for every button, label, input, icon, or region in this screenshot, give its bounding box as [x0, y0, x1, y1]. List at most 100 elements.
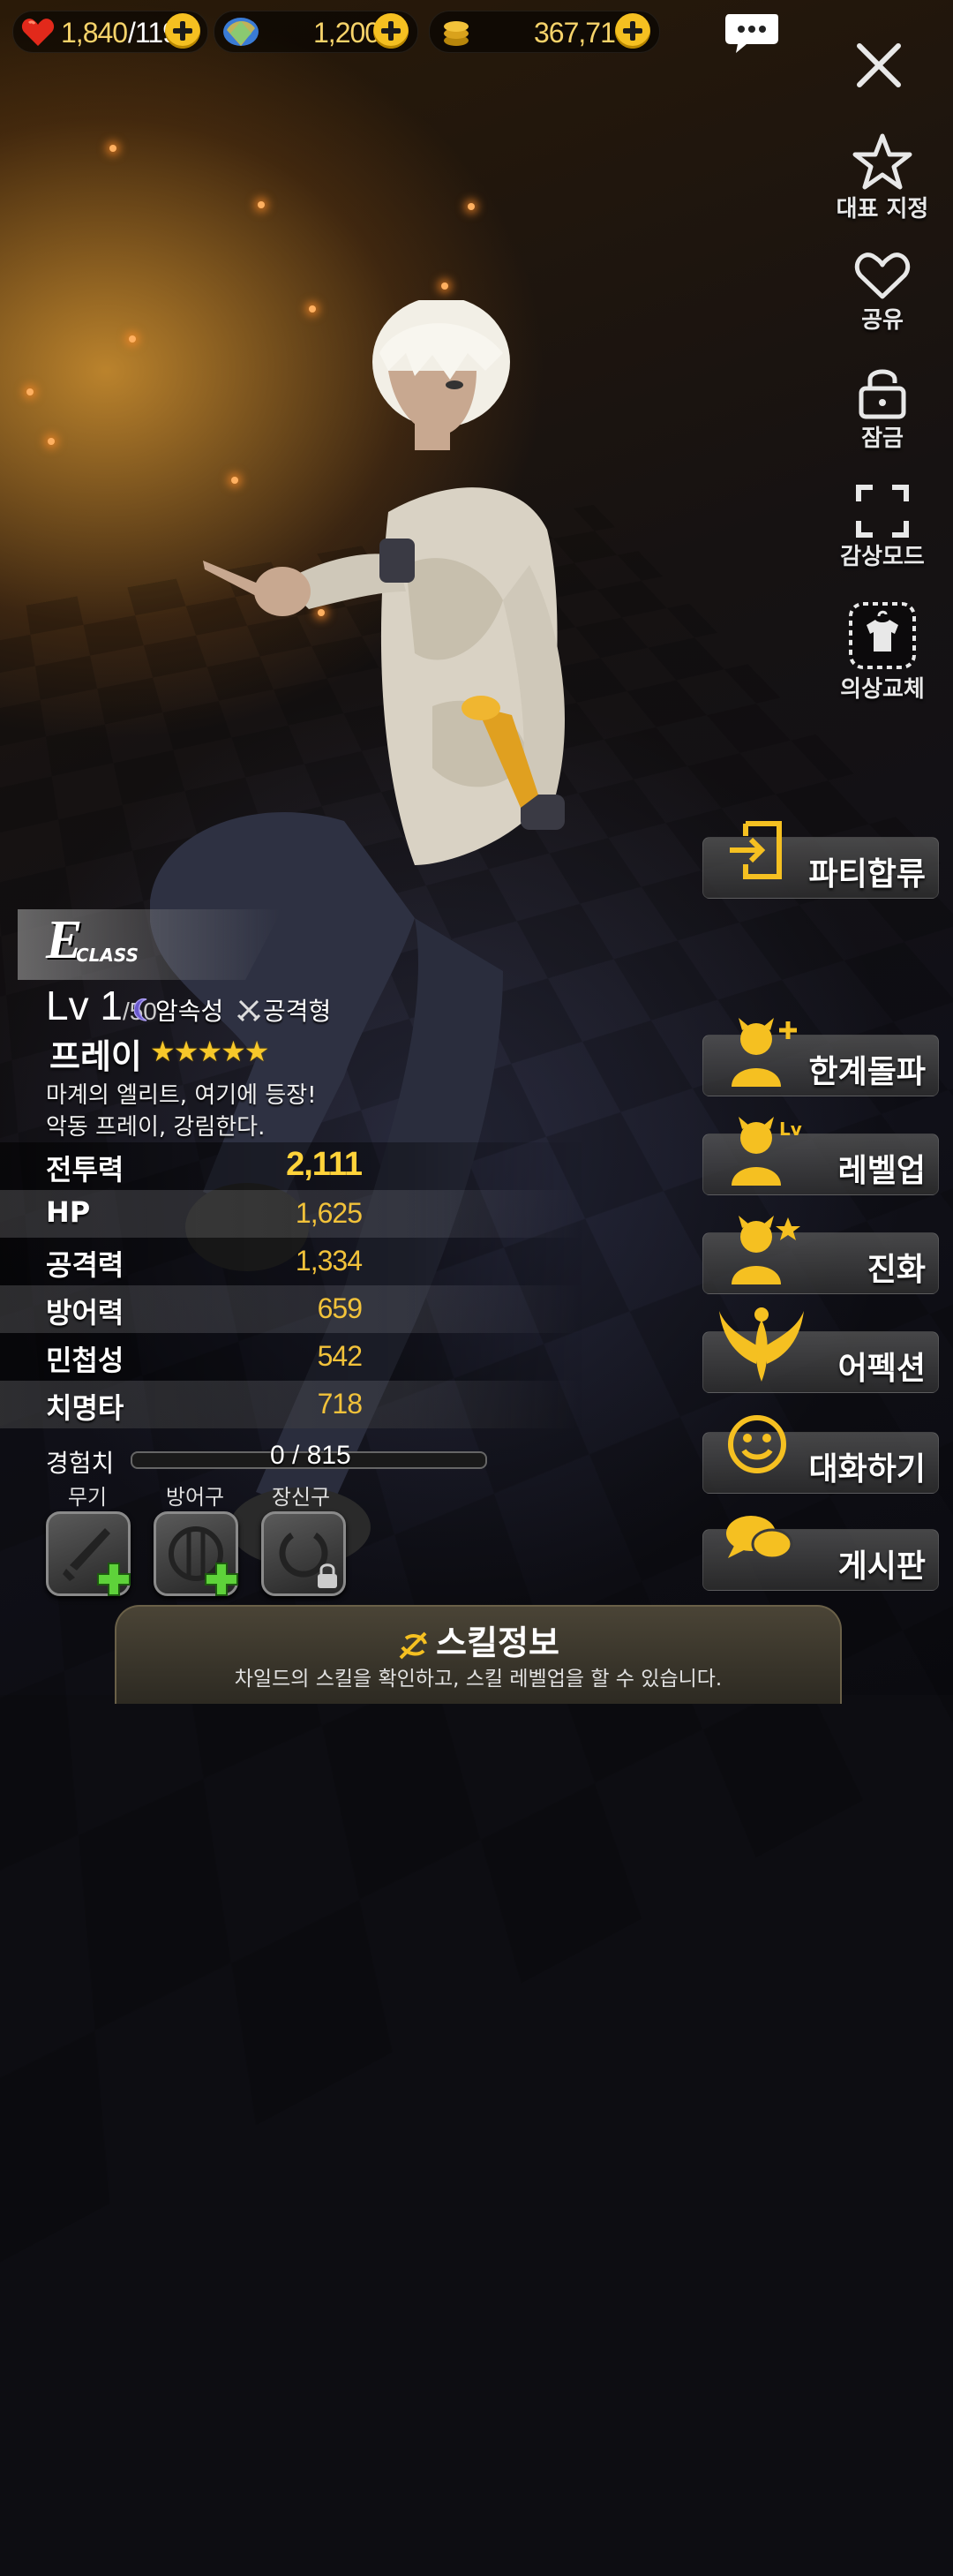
board-button[interactable]: 게시판 [702, 1516, 939, 1591]
crescent-moon-icon [134, 998, 147, 1021]
evolve-label: 진화 [867, 1252, 926, 1288]
element-label: 암속성 [155, 997, 224, 1026]
close-icon[interactable] [854, 41, 904, 90]
skill-info-title-wrap: 스킬정보 [116, 1616, 840, 1664]
stat-value: 718 [317, 1388, 363, 1420]
skill-info-title: 스킬정보 [436, 1623, 559, 1662]
exp-label: 경험치 [46, 1449, 115, 1478]
accessory-slot-label: 장신구 [271, 1485, 331, 1510]
limit-break-label: 한계돌파 [808, 1054, 926, 1090]
party-join-button[interactable]: 파티합류 [702, 821, 939, 899]
gem-value: 1,200 [313, 17, 380, 49]
level-up-label: 레벨업 [837, 1153, 926, 1189]
padlock-icon [318, 1563, 337, 1588]
set-representative-button[interactable]: 대표 지정 [825, 132, 940, 223]
exp-value: 0 / 815 [270, 1441, 351, 1470]
weapon-slot[interactable] [46, 1511, 131, 1596]
level-badge: Lv [779, 1119, 802, 1140]
stat-label: 방어력 [46, 1296, 124, 1329]
stat-value: 1,625 [295, 1197, 363, 1229]
ember [129, 335, 136, 343]
skill-icon [399, 1631, 428, 1659]
winged-emblem-icon [719, 1307, 804, 1382]
star-outline-icon [852, 133, 912, 190]
stat-row-defense: 방어력 659 [0, 1285, 582, 1333]
board-label: 게시판 [837, 1548, 926, 1585]
stat-label: HP [46, 1195, 91, 1229]
stat-row-attack: 공격력 1,334 [0, 1238, 582, 1285]
stat-row-hp: HP 1,625 [0, 1190, 582, 1238]
share-label: 공유 [861, 307, 904, 334]
gold-coin-icon [444, 21, 469, 46]
ember [109, 145, 116, 152]
armor-slot-label: 방어구 [165, 1485, 225, 1510]
description-line-1: 마계의 엘리트, 여기에 등장! [46, 1082, 317, 1109]
class-word: CLASS [76, 945, 139, 966]
stat-row-combat-power: 전투력 2,111 [0, 1142, 582, 1190]
stat-label: 치명타 [46, 1391, 124, 1425]
stat-label: 전투력 [46, 1153, 124, 1186]
stat-row-agility: 민첩성 542 [0, 1333, 582, 1381]
lock-label: 잠금 [861, 426, 904, 452]
ember [48, 438, 55, 445]
add-weapon-icon [97, 1563, 131, 1596]
view-mode-button[interactable]: 감상모드 [825, 484, 940, 571]
share-button[interactable]: 공유 [825, 249, 940, 335]
crossed-swords-icon [236, 999, 261, 1022]
lock-button[interactable]: 잠금 [825, 364, 940, 453]
enter-door-icon [730, 821, 782, 879]
ember [441, 282, 448, 290]
change-costume-button[interactable]: 의상교체 [825, 600, 940, 704]
stat-row-critical: 치명타 718 [0, 1381, 582, 1428]
add-gem-button[interactable] [373, 13, 409, 49]
evolve-icon [732, 1216, 800, 1284]
add-gold-button[interactable] [615, 13, 650, 49]
add-stamina-button[interactable] [165, 13, 200, 49]
type-label: 공격형 [263, 997, 332, 1026]
gem-counter: 1,200 [214, 11, 418, 53]
stat-value: 1,334 [295, 1245, 363, 1277]
stamina-value: 1,840 [61, 17, 128, 49]
level-up-button[interactable]: Lv 레벨업 [702, 1117, 939, 1195]
speech-bubbles-icon [726, 1516, 793, 1560]
change-costume-label: 의상교체 [840, 676, 925, 703]
set-representative-label: 대표 지정 [836, 196, 929, 222]
affection-button[interactable]: 어펙션 [702, 1307, 939, 1393]
stat-label: 민첩성 [46, 1344, 124, 1377]
party-join-label: 파티합류 [808, 856, 926, 893]
limit-break-icon [732, 1018, 797, 1087]
fullscreen-icon [856, 485, 909, 538]
talk-label: 대화하기 [808, 1451, 926, 1488]
ember [258, 201, 265, 208]
stat-value: 542 [317, 1340, 363, 1372]
armor-slot[interactable] [154, 1511, 238, 1596]
accessory-slot[interactable] [261, 1511, 346, 1596]
chat-icon[interactable] [724, 12, 780, 56]
star-rating: ★★★★★ [150, 1035, 269, 1068]
skill-info-subtitle: 차일드의 스킬을 확인하고, 스킬 레벨업을 할 수 있습니다. [234, 1668, 723, 1691]
ember [468, 203, 475, 210]
skill-info-panel[interactable]: 스킬정보 차일드의 스킬을 확인하고, 스킬 레벨업을 할 수 있습니다. [115, 1605, 842, 1704]
stat-value: 659 [317, 1292, 363, 1324]
description-line-2: 악동 프레이, 강림한다. [46, 1114, 266, 1141]
level-value: Lv 1 [46, 983, 123, 1028]
view-mode-label: 감상모드 [840, 544, 925, 570]
heart-outline-icon [854, 252, 911, 299]
evolve-button[interactable]: 진화 [702, 1216, 939, 1294]
character-name: 프레이 [49, 1037, 142, 1076]
stat-label: 공격력 [46, 1248, 124, 1282]
gold-counter: 367,716 [429, 11, 660, 53]
stat-value: 2,111 [286, 1146, 363, 1183]
smile-icon [728, 1415, 786, 1473]
heart-icon [21, 19, 55, 46]
costume-icon [849, 602, 916, 669]
ember [26, 388, 34, 395]
weapon-slot-label: 무기 [67, 1485, 108, 1510]
lock-open-icon [859, 369, 906, 419]
affection-label: 어펙션 [837, 1351, 926, 1387]
add-armor-icon [205, 1563, 238, 1596]
limit-break-button[interactable]: 한계돌파 [702, 1018, 939, 1096]
stamina-counter: 1,840 /119 [12, 11, 208, 53]
gem-icon [223, 18, 259, 46]
talk-button[interactable]: 대화하기 [702, 1415, 939, 1494]
